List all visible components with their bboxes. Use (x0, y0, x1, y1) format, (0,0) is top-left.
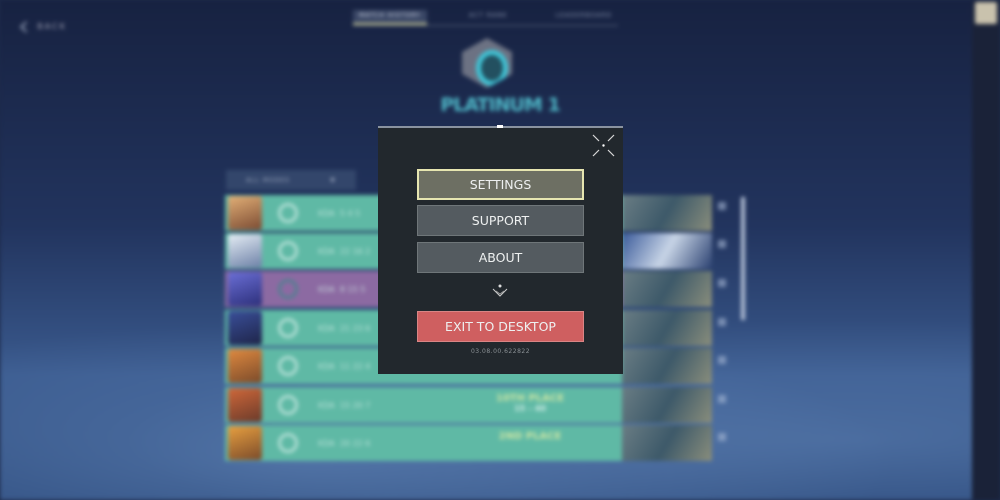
chevron-divider-icon (492, 284, 508, 297)
map-thumbnail (622, 348, 712, 384)
rank-icon (462, 38, 512, 88)
kda: KDA 15 20 7 (318, 400, 371, 410)
chevron-left-icon: ‹ (18, 9, 32, 42)
rank-icon (278, 395, 298, 415)
tab-match-history[interactable]: MATCH HISTORY (353, 10, 427, 25)
agent-avatar (228, 388, 262, 422)
rank-icon (278, 279, 298, 299)
details-icon[interactable] (718, 395, 726, 403)
exit-to-desktop-button[interactable]: EXIT TO DESKTOP (417, 311, 584, 342)
agent-avatar (228, 234, 262, 268)
agent-avatar (228, 349, 262, 383)
map-thumbnail (622, 271, 712, 307)
rank-icon (278, 356, 298, 376)
chevron-down-icon: ▼ (330, 176, 336, 184)
about-button[interactable]: ABOUT (417, 242, 584, 273)
career-tabs: MATCH HISTORY ACT RANK LEADERBOARD (353, 10, 618, 26)
close-icon[interactable] (591, 133, 616, 158)
map-thumbnail (622, 195, 712, 231)
rank-icon (278, 433, 298, 453)
agent-avatar (228, 272, 262, 306)
version-label: 03.08.00.622822 (470, 348, 531, 355)
mode-filter-dropdown[interactable]: ALL MODES ▼ (226, 170, 356, 190)
rank-title: PLATINUM 1 (440, 94, 560, 116)
agent-avatar (228, 196, 262, 230)
tab-act-rank[interactable]: ACT RANK (463, 10, 513, 25)
details-icon[interactable] (718, 202, 726, 210)
agent-avatar (228, 426, 262, 460)
match-placement: 2ND PLACE (498, 431, 562, 442)
scrollbar[interactable] (741, 197, 745, 320)
social-sidebar (972, 0, 1000, 500)
rank-icon (278, 241, 298, 261)
modal-top-marker (497, 125, 503, 128)
details-icon[interactable] (718, 279, 726, 287)
support-button[interactable]: SUPPORT (417, 205, 584, 236)
details-icon[interactable] (718, 318, 726, 326)
match-placement: 10TH PLACE 15 – 40 (495, 393, 565, 413)
tab-leaderboard[interactable]: LEADERBOARD (550, 10, 618, 25)
map-thumbnail (622, 310, 712, 346)
player-avatar[interactable] (975, 2, 997, 24)
map-thumbnail (622, 233, 712, 269)
details-icon[interactable] (718, 356, 726, 364)
mode-filter-label: ALL MODES (246, 176, 290, 184)
details-icon[interactable] (718, 433, 726, 441)
rank-icon (278, 203, 298, 223)
details-icon[interactable] (718, 240, 726, 248)
settings-button[interactable]: SETTINGS (417, 169, 584, 200)
rank-icon (278, 318, 298, 338)
kda: KDA 20 22 6 (318, 438, 371, 448)
map-thumbnail (622, 387, 712, 423)
agent-avatar (228, 311, 262, 345)
back-label: BACK (37, 21, 67, 31)
match-row[interactable]: KDA 15 20 7 10TH PLACE 15 – 40 (225, 387, 712, 423)
map-thumbnail (622, 425, 712, 461)
back-button[interactable]: ‹ BACK (18, 9, 67, 42)
match-row[interactable]: KDA 20 22 6 2ND PLACE (225, 425, 712, 461)
